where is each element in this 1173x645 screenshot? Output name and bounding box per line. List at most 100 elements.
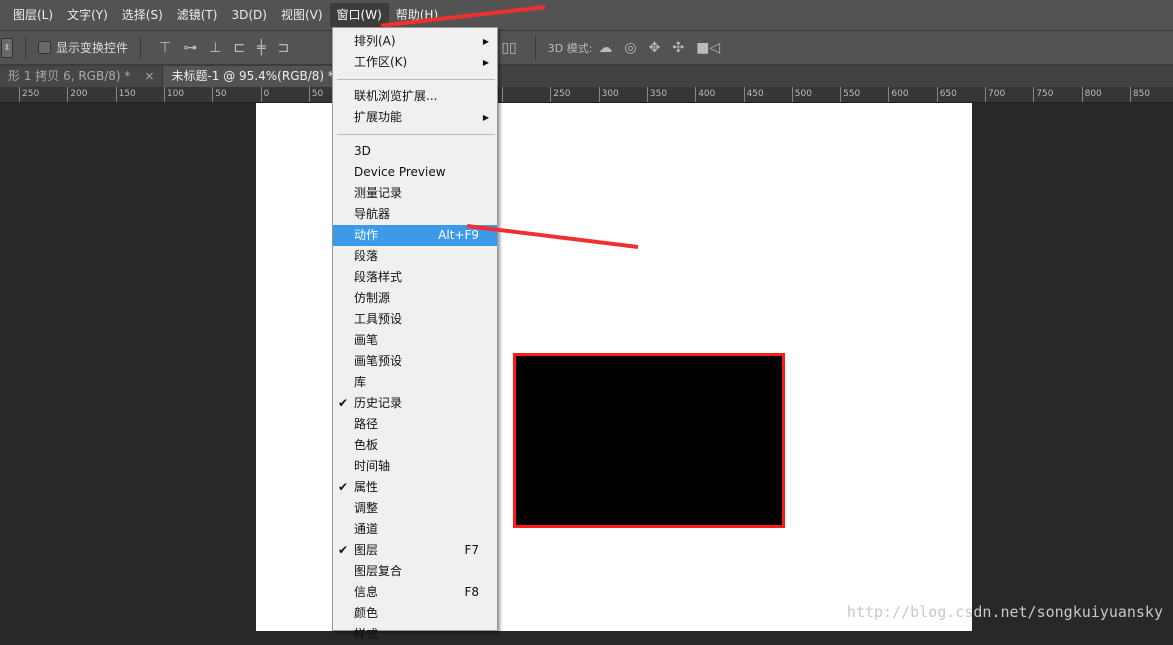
- menu-item-label: 仿制源: [354, 291, 391, 305]
- menu-item[interactable]: 画笔: [333, 330, 497, 351]
- menu-item-label: 测量记录: [354, 186, 403, 200]
- align-right-icon[interactable]: ⊐: [278, 40, 290, 56]
- check-icon: ✔: [338, 543, 349, 557]
- menu-item[interactable]: 3D: [333, 141, 497, 162]
- menu-item-label: 排列(A): [354, 34, 396, 48]
- ruler-tick: 700: [985, 87, 1005, 102]
- menu-item-label: 段落样式: [354, 270, 403, 284]
- align-vcenter-icon[interactable]: ⊶: [183, 40, 197, 56]
- show-transform-checkbox[interactable]: [38, 41, 51, 54]
- menu-item-label: 图层复合: [354, 564, 403, 578]
- menu-item[interactable]: ✔ 历史记录: [333, 393, 497, 414]
- menu-item-label: 调整: [354, 501, 379, 515]
- menu-0[interactable]: 图层(L): [6, 3, 60, 27]
- menu-item[interactable]: ✔ 属性: [333, 477, 497, 498]
- ruler-tick: 250: [19, 87, 39, 102]
- menu-item-label: 历史记录: [354, 396, 403, 410]
- menu-item[interactable]: 导航器: [333, 204, 497, 225]
- menu-item[interactable]: 工具预设: [333, 309, 497, 330]
- menu-item[interactable]: 调整: [333, 498, 497, 519]
- menu-item-label: 时间轴: [354, 459, 391, 473]
- menu-1[interactable]: 文字(Y): [60, 3, 115, 27]
- menu-item[interactable]: 画笔预设: [333, 351, 497, 372]
- document-tabs: 形 1 拷贝 6, RGB/8) * × 未标题-1 @ 95.4%(RGB/8)…: [0, 66, 1173, 87]
- menu-5[interactable]: 视图(V): [274, 3, 330, 27]
- 3d-pan-icon[interactable]: ✥: [649, 40, 661, 56]
- align-top-icon[interactable]: ⊤: [159, 40, 171, 56]
- spinner-icon[interactable]: ⇕: [1, 37, 13, 58]
- menu-item-label: 联机浏览扩展...: [354, 89, 438, 103]
- align-hcenter-icon[interactable]: ╪: [257, 40, 265, 56]
- menu-4[interactable]: 3D(D): [224, 3, 273, 27]
- menu-item[interactable]: 段落: [333, 246, 497, 267]
- shortcut-label: F7: [464, 543, 479, 557]
- menu-separator: [337, 79, 495, 80]
- ruler-tick: 350: [646, 87, 667, 102]
- menu-item-label: 画笔预设: [354, 354, 403, 368]
- menu-item[interactable]: 扩展功能 ▶: [333, 107, 497, 128]
- menu-item-label: Device Preview: [354, 165, 446, 179]
- menu-item-label: 3D: [354, 144, 371, 158]
- tab-document-1[interactable]: 形 1 拷贝 6, RGB/8) * ×: [0, 66, 164, 87]
- ruler-tick: 550: [840, 87, 860, 102]
- divider: [140, 35, 142, 60]
- menu-item[interactable]: 路径: [333, 414, 497, 435]
- distribute-icon[interactable]: ▯▯: [501, 40, 516, 56]
- menu-item[interactable]: 通道: [333, 519, 497, 540]
- menu-item[interactable]: 联机浏览扩展...: [333, 86, 497, 107]
- divider: [534, 35, 536, 60]
- menu-item[interactable]: 仿制源: [333, 288, 497, 309]
- menu-item[interactable]: 段落样式: [333, 267, 497, 288]
- menu-item-label: 色板: [354, 438, 379, 452]
- ruler-tick: 500: [791, 87, 812, 102]
- submenu-arrow-icon: ▶: [482, 37, 489, 46]
- menu-item-label: 扩展功能: [354, 110, 403, 124]
- ruler-tick: 0: [260, 87, 269, 102]
- ruler-tick: 250: [550, 87, 570, 102]
- menu-item-label: 动作: [354, 228, 379, 242]
- ruler-tick: 750: [1033, 87, 1053, 102]
- submenu-arrow-icon: ▶: [482, 58, 489, 67]
- window-menu-dropdown: 排列(A) ▶ 工作区(K) ▶ 联机浏览扩展... 扩展功能 ▶ 3D Device Prev…: [332, 27, 498, 641]
- align-bottom-icon[interactable]: ⊥: [209, 40, 221, 56]
- options-bar: ⇕ 显示变换控件 ⊤ ⊶ ⊥ ⊏ ╪ ⊐ ▯▯ 3D 模式: ☁ ◎ ✥ ✣ ■…: [0, 31, 1173, 66]
- menu-item[interactable]: 色板: [333, 435, 497, 456]
- menu-item[interactable]: 样式: [333, 624, 497, 645]
- ruler-tick: 800: [1081, 87, 1102, 102]
- menu-item[interactable]: 工作区(K) ▶: [333, 52, 497, 73]
- 3d-rotate-icon[interactable]: ◎: [624, 40, 636, 56]
- ruler-tick: 100: [163, 87, 184, 102]
- ruler-tick: 450: [743, 87, 764, 102]
- menu-item-label: 工作区(K): [354, 55, 408, 69]
- 3d-orbit-icon[interactable]: ☁: [598, 40, 612, 56]
- ruler-tick: 50: [212, 87, 227, 102]
- menu-item-label: 库: [354, 375, 367, 389]
- menu-2[interactable]: 选择(S): [115, 3, 170, 27]
- menu-item[interactable]: 颜色: [333, 603, 497, 624]
- menubar: 图层(L) 文字(Y) 选择(S) 滤镜(T) 3D(D) 视图(V) 窗口(W) 帮助(H): [0, 0, 1173, 31]
- align-left-icon[interactable]: ⊏: [233, 40, 245, 56]
- menu-item[interactable]: 排列(A) ▶: [333, 31, 497, 52]
- menu-item[interactable]: ✔ 图层 F7: [333, 540, 497, 561]
- ruler-tick: 850: [1129, 87, 1150, 102]
- ruler-tick: 400: [695, 87, 715, 102]
- close-icon[interactable]: ×: [144, 66, 154, 87]
- show-transform-label: 显示变换控件: [56, 41, 129, 55]
- ruler-tick: 150: [115, 87, 136, 102]
- menu-item[interactable]: 图层复合: [333, 561, 497, 582]
- menu-item[interactable]: 库: [333, 372, 497, 393]
- menu-item[interactable]: 测量记录: [333, 183, 497, 204]
- menu-item[interactable]: Device Preview: [333, 162, 497, 183]
- shortcut-label: F8: [464, 585, 479, 599]
- menu-item[interactable]: 信息 F8: [333, 582, 497, 603]
- menu-item-label: 颜色: [354, 606, 379, 620]
- menu-3[interactable]: 滤镜(T): [170, 3, 225, 27]
- divider: [25, 35, 26, 60]
- menu-item-label: 信息: [354, 585, 379, 599]
- menu-item-label: 通道: [354, 522, 379, 536]
- 3d-slide-icon[interactable]: ✣: [672, 40, 684, 56]
- ruler-tick: 200: [67, 87, 87, 102]
- 3d-camera-icon[interactable]: ■◁: [696, 40, 720, 56]
- watermark: http://blog.csdn.net/songkuiyuansky: [846, 603, 1163, 621]
- menu-item[interactable]: 时间轴: [333, 456, 497, 477]
